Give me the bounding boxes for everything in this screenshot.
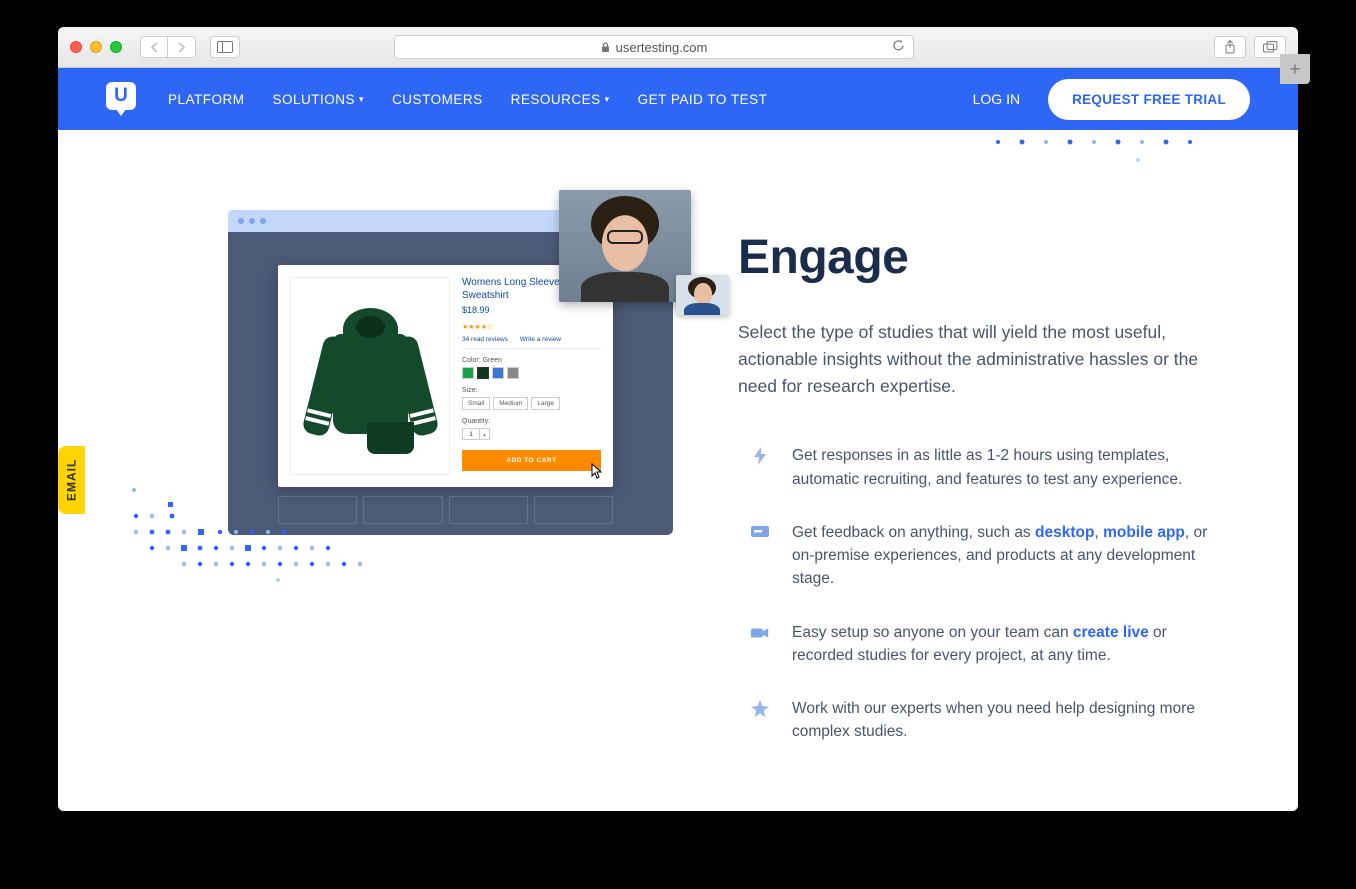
maximize-window-button[interactable]: [110, 41, 122, 53]
size-label: Size:: [462, 387, 601, 394]
logo[interactable]: U: [106, 82, 140, 116]
close-window-button[interactable]: [70, 41, 82, 53]
sidebar-toggle-button[interactable]: [210, 36, 240, 58]
new-tab-button[interactable]: +: [1280, 54, 1310, 84]
section-heading: Engage: [738, 230, 1208, 285]
nav-platform[interactable]: PLATFORM: [168, 92, 245, 107]
lightning-icon: [750, 446, 770, 466]
window-controls: [70, 41, 122, 53]
create-live-link[interactable]: create live: [1073, 624, 1149, 641]
feature-text: Work with our experts when you need help…: [792, 697, 1208, 744]
login-link[interactable]: LOG IN: [973, 91, 1020, 107]
color-swatches: [462, 367, 601, 379]
address-bar-domain: usertesting.com: [616, 40, 708, 55]
reload-button[interactable]: [892, 39, 905, 55]
swatch-gray: [507, 367, 519, 379]
nav-solutions[interactable]: SOLUTIONS▾: [273, 92, 365, 107]
nav-get-paid[interactable]: GET PAID TO TEST: [638, 92, 768, 107]
chevron-down-icon: ▾: [359, 94, 364, 105]
swatch-blue: [492, 367, 504, 379]
nav-resources[interactable]: RESOURCES▾: [511, 92, 610, 107]
decorative-dots-top: [988, 130, 1248, 200]
minimize-window-button[interactable]: [90, 41, 102, 53]
text-column: Engage Select the type of studies that w…: [738, 210, 1208, 774]
lock-icon: [601, 42, 610, 53]
product-details: Womens Long Sleeve Hoodie Sweatshirt $18…: [450, 277, 601, 475]
logo-letter: U: [114, 85, 128, 107]
main-section: Womens Long Sleeve Hoodie Sweatshirt $18…: [58, 130, 1298, 774]
hoodie-illustration: [313, 304, 428, 449]
page-content: U PLATFORM SOLUTIONS▾ CUSTOMERS RESOURCE…: [58, 68, 1298, 811]
feature-item: Get responses in as little as 1-2 hours …: [750, 444, 1208, 491]
product-image: [290, 277, 450, 475]
star-rating-icon: ★★★★☆: [462, 323, 601, 331]
feature-item: Work with our experts when you need help…: [750, 697, 1208, 744]
add-to-cart-button: ADD TO CART: [462, 450, 601, 471]
request-trial-button[interactable]: REQUEST FREE TRIAL: [1048, 79, 1250, 120]
feature-text: Get responses in as little as 1-2 hours …: [792, 444, 1208, 491]
product-price: $18.99: [462, 305, 601, 315]
write-review-link: Write a review: [520, 336, 561, 343]
back-button[interactable]: [140, 36, 168, 58]
cursor-icon: [589, 463, 605, 481]
site-header: U PLATFORM SOLUTIONS▾ CUSTOMERS RESOURCE…: [58, 68, 1298, 130]
feature-item: Easy setup so anyone on your team can cr…: [750, 621, 1208, 668]
section-lead: Select the type of studies that will yie…: [738, 319, 1208, 400]
browser-toolbar: usertesting.com: [58, 27, 1298, 68]
size-small: Small: [462, 397, 490, 410]
qty-label: Quantity:: [462, 418, 601, 425]
feature-text: Get feedback on anything, such as deskto…: [792, 521, 1208, 591]
size-large: Large: [531, 397, 560, 410]
size-medium: Medium: [493, 397, 528, 410]
read-reviews-link: 34 read reviews: [462, 336, 508, 343]
swatch-green-light: [462, 367, 474, 379]
decorative-dots-bottom: [128, 480, 428, 620]
share-button[interactable]: [1214, 36, 1246, 58]
nav-arrows: [140, 36, 196, 58]
color-label: Color: Green: [462, 357, 601, 364]
chevron-down-icon: ▾: [605, 94, 610, 105]
desktop-link[interactable]: desktop: [1035, 524, 1094, 541]
qty-stepper-icon: ▴: [480, 428, 490, 440]
video-camera-icon: [750, 623, 770, 643]
qty-value: 1: [462, 428, 480, 440]
mobile-app-link[interactable]: mobile app: [1103, 524, 1185, 541]
forward-button[interactable]: [168, 36, 196, 58]
feature-item: Get feedback on anything, such as deskto…: [750, 521, 1208, 591]
illustration: Womens Long Sleeve Hoodie Sweatshirt $18…: [118, 210, 678, 690]
size-options: Small Medium Large: [462, 397, 601, 410]
nav-customers[interactable]: CUSTOMERS: [392, 92, 483, 107]
address-bar[interactable]: usertesting.com: [394, 35, 914, 59]
feature-list: Get responses in as little as 1-2 hours …: [750, 444, 1208, 743]
email-tab[interactable]: EMAIL: [58, 446, 85, 514]
swatch-green-dark: [477, 367, 489, 379]
message-icon: [750, 523, 770, 543]
video-participant-small: [676, 275, 729, 315]
safari-window: usertesting.com U PLATFORM SOLUTIONS▾ CU…: [58, 27, 1298, 811]
video-participant-main: [559, 190, 691, 302]
star-icon: [750, 699, 770, 719]
feature-text: Easy setup so anyone on your team can cr…: [792, 621, 1208, 668]
